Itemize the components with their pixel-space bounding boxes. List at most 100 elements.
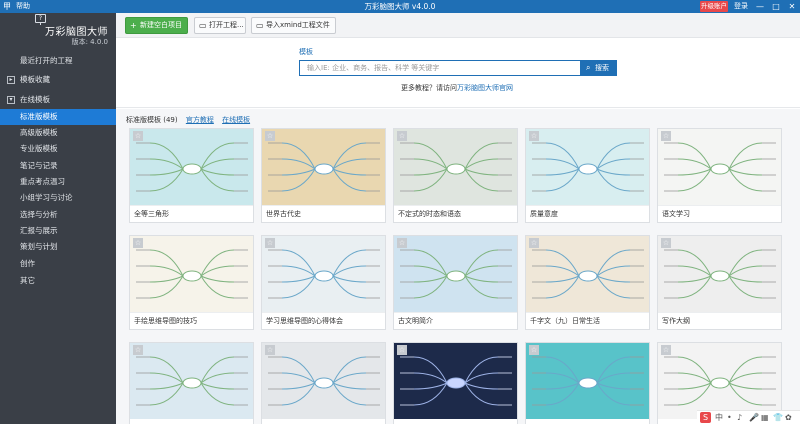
template-heading: 标准版模板 (49) 官方教程 在线模板 <box>126 115 250 125</box>
favorite-star-icon[interactable]: ☆ <box>529 238 539 248</box>
template-card[interactable]: ☆ <box>261 342 386 424</box>
template-caption: 手绘思维导图的技巧 <box>130 312 253 329</box>
collapse-icon[interactable]: ▾ <box>7 96 15 104</box>
settings-icon[interactable]: ✿ <box>785 411 792 424</box>
toolbar: + 新建空白项目 ▭ 打开工程... ▭ 导入xmind工程文件 <box>116 13 800 38</box>
favorite-star-icon[interactable]: ☆ <box>661 345 671 355</box>
sidebar-item-label: 其它 <box>20 276 35 285</box>
folder-icon: ▭ <box>199 21 207 30</box>
template-card[interactable]: ☆ 语文学习 <box>657 128 782 223</box>
sidebar-item-label: 选择与分析 <box>20 210 58 219</box>
online-templates-link[interactable]: 在线模板 <box>222 116 250 124</box>
template-thumbnail <box>658 129 781 205</box>
ime-logo-icon[interactable]: S <box>700 412 711 423</box>
maximize-icon[interactable]: □ <box>768 0 784 13</box>
favorite-star-icon[interactable]: ☆ <box>133 131 143 141</box>
search-button[interactable]: ⌕ 搜索 <box>581 60 617 76</box>
official-tutorial-link[interactable]: 官方教程 <box>186 116 214 124</box>
template-card[interactable]: ☆ 全等三角形 <box>129 128 254 223</box>
new-blank-project-button[interactable]: + 新建空白项目 <box>125 17 188 34</box>
template-caption: 世界古代史 <box>262 205 385 222</box>
favorite-star-icon[interactable]: ☆ <box>529 345 539 355</box>
sidebar-item[interactable]: 最近打开的工程 <box>0 53 116 69</box>
sidebar-item[interactable]: 创作 <box>0 256 116 272</box>
template-card[interactable]: ☆ 质量意度 <box>525 128 650 223</box>
sidebar-item[interactable]: 重点考点温习 <box>0 174 116 190</box>
template-caption: 不定式的时态和语态 <box>394 205 517 222</box>
ime-sound-icon[interactable]: ♪ <box>737 411 742 424</box>
ime-language-icon[interactable]: 中 <box>715 411 723 424</box>
more-tutorials-text: 更多教程？请访问 <box>401 84 457 92</box>
template-card[interactable]: ☆ 千字文（九）日常生活 <box>525 235 650 330</box>
favorite-star-icon[interactable]: ☆ <box>661 238 671 248</box>
login-button[interactable]: 登录 <box>734 1 748 12</box>
title-bar: 甲 帮助 万彩脑图大师 v4.0.0 升级账户 登录 — □ ✕ <box>0 0 800 13</box>
sidebar-item[interactable]: 笔记与记录 <box>0 158 116 174</box>
template-card[interactable]: ☆ 学习思维导图的心得体会 <box>261 235 386 330</box>
new-project-label: 新建空白项目 <box>140 21 182 29</box>
sidebar-item[interactable]: 高级版模板 <box>0 125 116 141</box>
more-tutorials: 更多教程？请访问万彩脑图大师官网 <box>401 83 513 93</box>
sidebar-item-label: 笔记与记录 <box>20 161 58 170</box>
expand-icon[interactable]: ▸ <box>7 76 15 84</box>
template-card[interactable]: ☆ 手绘思维导图的技巧 <box>129 235 254 330</box>
sidebar-item-label: 重点考点温习 <box>20 177 65 186</box>
template-thumbnail <box>394 343 517 419</box>
search-area: 模板 输入IE: 企业、商务、报告、科学 等关键字 ⌕ 搜索 更多教程？请访问万… <box>116 39 800 108</box>
minimize-icon[interactable]: — <box>752 0 768 13</box>
sidebar-header: ? 万彩脑图大师 版本: 4.0.0 <box>0 13 116 51</box>
template-card[interactable]: ☆ 不定式的时态和语态 <box>393 128 518 223</box>
favorite-star-icon[interactable]: ☆ <box>133 238 143 248</box>
template-thumbnail <box>262 236 385 312</box>
sidebar-item-label: 专业版模板 <box>20 144 58 153</box>
favorite-star-icon[interactable]: ☆ <box>265 238 275 248</box>
template-caption: 古文明简介 <box>394 312 517 329</box>
search-input[interactable]: 输入IE: 企业、商务、报告、科学 等关键字 <box>299 60 581 76</box>
favorite-star-icon[interactable]: ☆ <box>397 131 407 141</box>
main-panel: + 新建空白项目 ▭ 打开工程... ▭ 导入xmind工程文件 模板 输入IE… <box>116 13 800 424</box>
upgrade-account-button[interactable]: 升级账户 <box>700 1 728 12</box>
template-category-title: 标准版模板 (49) <box>126 116 178 124</box>
close-icon[interactable]: ✕ <box>784 0 800 13</box>
favorite-star-icon[interactable]: ☆ <box>265 131 275 141</box>
favorite-star-icon[interactable]: ☆ <box>397 345 407 355</box>
app-name: 万彩脑图大师 <box>45 27 108 38</box>
sidebar-item[interactable]: 选择与分析 <box>0 207 116 223</box>
sidebar-item[interactable]: 其它 <box>0 273 116 289</box>
ime-punct-icon[interactable]: • <box>727 411 732 424</box>
template-thumbnail <box>526 129 649 205</box>
template-card[interactable]: ☆ 世界古代史 <box>261 128 386 223</box>
favorite-star-icon[interactable]: ☆ <box>133 345 143 355</box>
template-card[interactable]: ☆ <box>129 342 254 424</box>
template-card[interactable]: ☆ <box>393 342 518 424</box>
favorite-star-icon[interactable]: ☆ <box>397 238 407 248</box>
microphone-icon[interactable]: 🎤 <box>749 411 759 424</box>
sidebar-item[interactable]: 标准版模板 <box>0 109 116 125</box>
template-card[interactable]: ☆ <box>525 342 650 424</box>
template-thumbnail <box>130 236 253 312</box>
sidebar-item-label: 策划与计划 <box>20 242 58 251</box>
template-caption: 质量意度 <box>526 205 649 222</box>
favorite-star-icon[interactable]: ☆ <box>529 131 539 141</box>
skin-icon[interactable]: 👕 <box>773 411 783 424</box>
sidebar-item[interactable]: ▸ 模板收藏 <box>0 72 116 88</box>
sidebar-item[interactable]: ▾ 在线模板 <box>0 92 116 108</box>
template-card[interactable]: ☆ 古文明简介 <box>393 235 518 330</box>
favorite-star-icon[interactable]: ☆ <box>265 345 275 355</box>
sidebar-item[interactable]: 小组学习与讨论 <box>0 190 116 206</box>
template-caption: 学习思维导图的心得体会 <box>262 312 385 329</box>
favorite-star-icon[interactable]: ☆ <box>661 131 671 141</box>
sidebar-item[interactable]: 策划与计划 <box>0 239 116 255</box>
sidebar-item-label: 创作 <box>20 259 35 268</box>
template-thumbnail <box>262 343 385 419</box>
official-site-link[interactable]: 万彩脑图大师官网 <box>457 84 513 92</box>
template-thumbnail <box>262 129 385 205</box>
open-project-button[interactable]: ▭ 打开工程... <box>194 17 246 34</box>
sidebar-item[interactable]: 汇报与展示 <box>0 223 116 239</box>
keyboard-icon[interactable]: ▦ <box>761 411 769 424</box>
search-icon: ⌕ <box>586 63 591 72</box>
import-xmind-button[interactable]: ▭ 导入xmind工程文件 <box>251 17 336 34</box>
sidebar-item-label: 汇报与展示 <box>20 226 58 235</box>
sidebar-item[interactable]: 专业版模板 <box>0 141 116 157</box>
template-card[interactable]: ☆ 写作大纲 <box>657 235 782 330</box>
